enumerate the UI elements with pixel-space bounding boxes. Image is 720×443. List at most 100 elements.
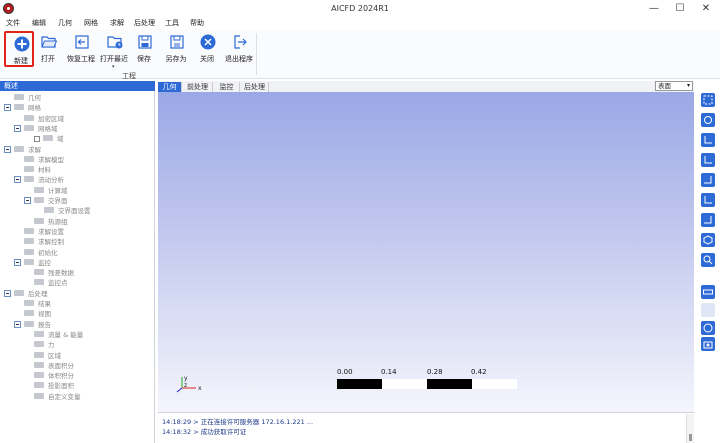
tree-item-label: 求解模型 bbox=[38, 155, 64, 164]
menu-mesh[interactable]: 网格 bbox=[84, 18, 98, 28]
menu-help[interactable]: 帮助 bbox=[190, 18, 204, 28]
view-axis-icon[interactable] bbox=[701, 193, 715, 207]
tree-item[interactable]: 计算域 bbox=[24, 186, 68, 196]
isometric-view-icon[interactable] bbox=[701, 233, 715, 247]
tree-item[interactable]: 视图 bbox=[14, 309, 51, 319]
display-mode-select[interactable]: 表面 bbox=[655, 81, 693, 91]
folder-icon bbox=[24, 300, 34, 306]
minimize-button[interactable]: — bbox=[644, 1, 664, 16]
close-window-button[interactable]: ✕ bbox=[696, 1, 716, 16]
select-icon[interactable] bbox=[701, 303, 715, 317]
tree-item[interactable]: 力 bbox=[24, 340, 55, 350]
tree-item[interactable]: 交界面设置 bbox=[34, 206, 91, 216]
folder-icon bbox=[24, 227, 34, 234]
tree-item-label: 体积积分 bbox=[48, 372, 74, 381]
tree-item-label: 结果 bbox=[38, 300, 51, 308]
folder-icon bbox=[34, 382, 44, 389]
collapse-toggle-icon[interactable] bbox=[14, 320, 21, 328]
tree-item[interactable]: 求解模型 bbox=[14, 155, 64, 165]
tree-item[interactable]: 加密区域 bbox=[14, 114, 64, 124]
tree-item[interactable]: 几何 bbox=[4, 93, 41, 103]
tree-item[interactable]: 域 bbox=[24, 134, 64, 144]
view-toolbar bbox=[696, 81, 720, 443]
graphics-viewport[interactable]: x y z 0.00 0.14 0.28 0.42 bbox=[158, 92, 694, 412]
visibility-checkbox[interactable] bbox=[34, 136, 40, 143]
menu-geometry[interactable]: 几何 bbox=[58, 18, 72, 28]
folder-icon bbox=[44, 207, 54, 214]
folder-icon bbox=[24, 166, 34, 173]
view-axis-icon[interactable] bbox=[701, 153, 715, 167]
rotate-icon[interactable] bbox=[701, 113, 715, 127]
menu-file[interactable]: 文件 bbox=[6, 18, 20, 28]
folder-icon bbox=[34, 351, 44, 358]
camera-icon[interactable] bbox=[701, 337, 715, 351]
tab-geometry[interactable]: 几何 bbox=[158, 82, 182, 92]
view-axis-icon[interactable] bbox=[701, 133, 715, 147]
outline-tree-panel: 概述 几何 网格 加密区域 网格域域求解 求解模型 材料 流动分析 计算域 交界面 交界面设置 热源… bbox=[0, 81, 155, 443]
tree-item[interactable]: 网格 bbox=[4, 103, 41, 113]
dropdown-arrow-icon[interactable]: ▾ bbox=[112, 64, 115, 70]
tree-item[interactable]: 投影面积 bbox=[24, 381, 74, 391]
tab-postprocess[interactable]: 后处理 bbox=[241, 82, 269, 92]
tree-item[interactable]: 求解 bbox=[4, 145, 41, 155]
view-axis-icon[interactable] bbox=[701, 213, 715, 227]
tree-item[interactable]: 监控 bbox=[14, 258, 51, 268]
tree-item-label: 求解 bbox=[28, 145, 41, 154]
zoom-icon[interactable] bbox=[701, 253, 715, 267]
tree-item[interactable]: 初始化 bbox=[14, 248, 58, 258]
menu-tools[interactable]: 工具 bbox=[165, 18, 179, 28]
tree-item[interactable]: 表面积分 bbox=[24, 361, 74, 371]
tree-item[interactable]: 交界面 bbox=[24, 196, 68, 206]
title-bar: AICFD 2024R1 — ☐ ✕ bbox=[0, 0, 720, 18]
tree-item[interactable]: 求解设置 bbox=[14, 227, 64, 237]
tree-item[interactable]: 区域 bbox=[24, 351, 61, 361]
tree-item[interactable]: 求解控制 bbox=[14, 237, 64, 247]
collapse-toggle-icon[interactable] bbox=[14, 176, 21, 184]
menu-solve[interactable]: 求解 bbox=[110, 18, 124, 28]
folder-icon bbox=[34, 197, 44, 203]
menu-edit[interactable]: 编辑 bbox=[32, 18, 46, 28]
collapse-toggle-icon[interactable] bbox=[14, 124, 21, 132]
folder-icon bbox=[24, 238, 34, 245]
folder-icon bbox=[43, 135, 53, 142]
restore-project-icon bbox=[75, 35, 89, 49]
view-axis-icon[interactable] bbox=[701, 173, 715, 187]
ribbon-group-label: 工程 bbox=[122, 72, 136, 80]
tree-item-label: 残差数据 bbox=[48, 269, 74, 278]
ruler-icon[interactable] bbox=[701, 285, 715, 299]
fit-view-icon[interactable] bbox=[701, 93, 715, 107]
tree-item-label: 报告 bbox=[38, 320, 51, 329]
tree-item[interactable]: 残差数据 bbox=[24, 268, 74, 278]
tree-item[interactable]: 后处理 bbox=[4, 289, 48, 299]
tab-monitor[interactable]: 监控 bbox=[214, 82, 240, 92]
console-scrollbar[interactable] bbox=[686, 414, 694, 443]
tree-item[interactable]: 热源组 bbox=[24, 217, 68, 227]
collapse-toggle-icon[interactable] bbox=[4, 145, 11, 153]
tree-item[interactable]: 材料 bbox=[14, 165, 51, 175]
tree-item[interactable]: 报告 bbox=[14, 320, 51, 330]
palette-icon[interactable] bbox=[701, 321, 715, 335]
tab-preprocess[interactable]: 前处理 bbox=[183, 82, 213, 92]
open-button[interactable]: 打开 bbox=[33, 31, 63, 67]
tree-item[interactable]: 自定义变量 bbox=[24, 392, 81, 402]
collapse-toggle-icon[interactable] bbox=[4, 289, 11, 297]
ribbon-toolbar: 新建 打开 恢复工程 打开最近 ▾ 保存 另存为 关闭 退出程序 工程 bbox=[0, 29, 720, 80]
console-line: 14:18:32 > 成功获取许可证 bbox=[162, 428, 247, 436]
maximize-button[interactable]: ☐ bbox=[670, 1, 690, 16]
axis-triad: x y z bbox=[176, 375, 202, 393]
menu-postprocess[interactable]: 后处理 bbox=[134, 18, 155, 28]
tree-item[interactable]: 流量 & 能量 bbox=[24, 330, 83, 340]
close-circle-icon bbox=[200, 34, 216, 50]
tree-item[interactable]: 网格域 bbox=[14, 124, 58, 134]
collapse-toggle-icon[interactable] bbox=[24, 197, 31, 204]
collapse-toggle-icon[interactable] bbox=[4, 104, 11, 112]
tree-item-label: 监控 bbox=[38, 258, 51, 267]
tree-item[interactable]: 流动分析 bbox=[14, 175, 64, 185]
collapse-toggle-icon[interactable] bbox=[14, 258, 21, 266]
exit-program-button[interactable]: 退出程序 bbox=[224, 31, 254, 67]
tree-item-label: 投影面积 bbox=[48, 382, 74, 391]
tree-item[interactable]: 结果 bbox=[14, 299, 51, 309]
restore-project-button[interactable]: 恢复工程 bbox=[66, 31, 96, 67]
tree-item[interactable]: 监控点 bbox=[24, 278, 68, 288]
tree-item[interactable]: 体积积分 bbox=[24, 371, 74, 381]
